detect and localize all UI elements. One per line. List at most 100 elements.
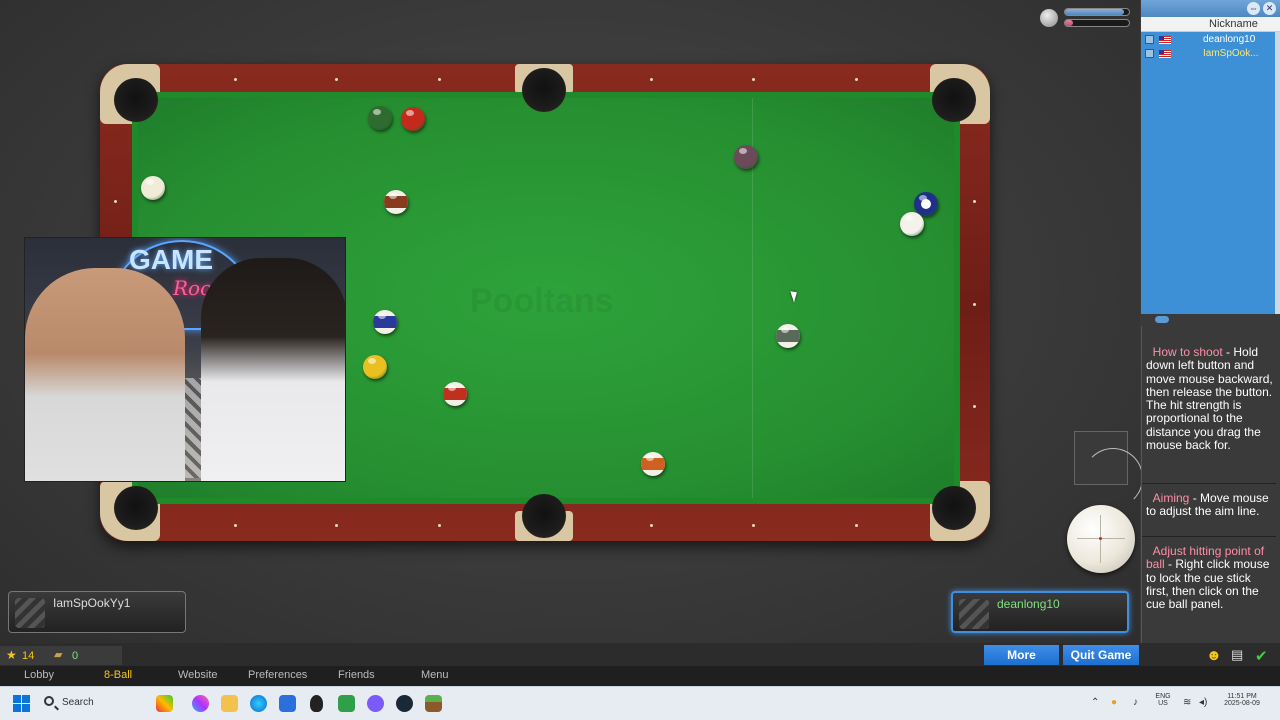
steam-icon[interactable] — [396, 695, 413, 712]
person-right — [201, 258, 345, 481]
pocket-bottom-left — [114, 486, 158, 530]
help-body: - Hold down left button and move mouse b… — [1146, 345, 1273, 453]
rail-diamond — [438, 524, 441, 527]
splitter-grip[interactable] — [1155, 316, 1169, 323]
user-list[interactable]: deanlong10 IamSpOok... — [1141, 32, 1275, 314]
menu-preferences[interactable]: Preferences — [248, 669, 307, 681]
pocket-bottom-middle — [522, 494, 566, 538]
rail-diamond — [752, 524, 755, 527]
minecraft-icon[interactable] — [425, 695, 442, 712]
minimize-icon[interactable]: ⇔ — [1247, 2, 1260, 15]
cue-ball-panel[interactable] — [1067, 505, 1135, 573]
search-icon — [44, 696, 54, 706]
user-nick: IamSpOok... — [1203, 48, 1259, 59]
quit-game-button[interactable]: Quit Game — [1063, 645, 1139, 665]
file-explorer-icon[interactable] — [221, 695, 238, 712]
game-menubar: Lobby 8-Ball Website Preferences Friends… — [0, 666, 1280, 686]
coins-count: 0 — [72, 650, 79, 662]
sidebar-titlebar: ⇔ ✕ — [1141, 0, 1280, 17]
edge-icon[interactable] — [250, 695, 267, 712]
pool-ball — [641, 452, 665, 476]
cue-ball[interactable] — [900, 212, 924, 236]
more-button[interactable]: More — [984, 645, 1059, 665]
pool-ball — [734, 145, 758, 169]
rail-diamond — [650, 524, 653, 527]
stats-row: ★ 14 ▰ 0 — [0, 646, 122, 665]
rail-diamond — [973, 200, 976, 203]
rail-diamond — [114, 200, 117, 203]
close-icon[interactable]: ✕ — [1263, 2, 1276, 15]
pocket-top-middle — [522, 68, 566, 112]
nickname-column-header: Nickname — [1209, 18, 1258, 30]
discord-icon[interactable] — [367, 695, 384, 712]
microphone-icon[interactable]: ♪ — [1133, 697, 1138, 708]
checkmark-icon[interactable]: ✔ — [1255, 647, 1268, 665]
gamepad-icon[interactable] — [338, 695, 355, 712]
us-flag-icon — [1159, 50, 1171, 58]
sidebar: ⇔ ✕ Nickname deanlong10 IamSpOok... How … — [1141, 0, 1280, 643]
help-body: - Right click mouse to lock the cue stic… — [1146, 557, 1270, 612]
rail-diamond — [234, 78, 237, 81]
tray-app-icon[interactable]: ● — [1111, 697, 1117, 708]
wifi-icon[interactable]: ≋ — [1183, 697, 1191, 708]
bottom-bar: ★ 14 ▰ 0 More Quit Game ☻ ▤ ✔ Lobby 8-Ba… — [0, 643, 1280, 686]
rail-diamond — [973, 405, 976, 408]
rail-diamond — [335, 524, 338, 527]
rail-diamond — [973, 303, 976, 306]
panel-splitter[interactable] — [1141, 314, 1280, 326]
menu-website[interactable]: Website — [178, 669, 218, 681]
lang-top: ENG — [1155, 693, 1171, 700]
rail-diamond — [438, 78, 441, 81]
chevron-up-icon[interactable]: ⌃ — [1091, 697, 1099, 708]
menu-8-ball[interactable]: 8-Ball — [104, 669, 132, 681]
help-adjust-hit: Adjust hitting point of ball - Right cli… — [1146, 544, 1274, 612]
power-meter — [1064, 8, 1130, 16]
pocket-top-left — [114, 78, 158, 122]
store-icon[interactable] — [279, 695, 296, 712]
us-flag-icon — [1159, 36, 1171, 44]
user-nick: deanlong10 — [1203, 34, 1256, 45]
rail-diamond — [335, 78, 338, 81]
hit-point-dot — [1099, 537, 1102, 540]
pool-ball — [443, 382, 467, 406]
rail-diamond — [855, 524, 858, 527]
pool-ball — [373, 310, 397, 334]
power-meter-fill — [1065, 9, 1124, 15]
pocket-top-right — [932, 78, 976, 122]
menu-lobby[interactable]: Lobby — [24, 669, 54, 681]
clock[interactable]: 11:51 PM 2025-08-09 — [1216, 693, 1268, 707]
user-list-item[interactable]: IamSpOok... — [1141, 47, 1275, 61]
speaker-icon[interactable]: ◂) — [1199, 697, 1207, 708]
pen-app-icon[interactable] — [156, 695, 173, 712]
avatar — [15, 598, 45, 628]
user-list-item[interactable]: deanlong10 — [1141, 33, 1275, 47]
user-list-scrollbar[interactable] — [1275, 32, 1280, 314]
chat-icon[interactable]: ▤ — [1231, 647, 1243, 663]
search-placeholder: Search — [62, 697, 94, 708]
person-left — [25, 268, 185, 481]
menu-friends[interactable]: Friends — [338, 669, 375, 681]
table-watermark: Pooltans — [470, 282, 614, 320]
copilot-icon[interactable] — [192, 695, 209, 712]
help-aiming: Aiming - Move mouse to adjust the aim li… — [1146, 491, 1274, 519]
alien-icon[interactable] — [310, 695, 323, 712]
windows-start-icon[interactable] — [13, 695, 30, 712]
help-heading: How to shoot — [1152, 345, 1223, 359]
clock-time: 11:51 PM — [1227, 693, 1257, 700]
language-indicator[interactable]: ENG US — [1152, 693, 1174, 707]
opponent-meter — [1064, 19, 1130, 27]
emoji-icon[interactable]: ☻ — [1206, 647, 1222, 664]
clock-date: 2025-08-09 — [1224, 700, 1260, 707]
taskbar-search[interactable]: Search — [38, 693, 148, 715]
avatar — [959, 599, 989, 629]
neon-sign-title: GAME — [129, 244, 213, 275]
pool-ball — [363, 355, 387, 379]
star-icon: ★ — [6, 648, 17, 662]
game-area[interactable]: Pooltans GAME Room IamSpOokYy1 deanlong1… — [0, 0, 1143, 643]
pool-ball — [401, 107, 425, 131]
lang-bottom: US — [1158, 700, 1168, 707]
user-list-header[interactable]: Nickname — [1141, 17, 1280, 32]
menu-menu[interactable]: Menu — [421, 669, 449, 681]
rail-diamond — [752, 78, 755, 81]
rail-diamond — [650, 78, 653, 81]
